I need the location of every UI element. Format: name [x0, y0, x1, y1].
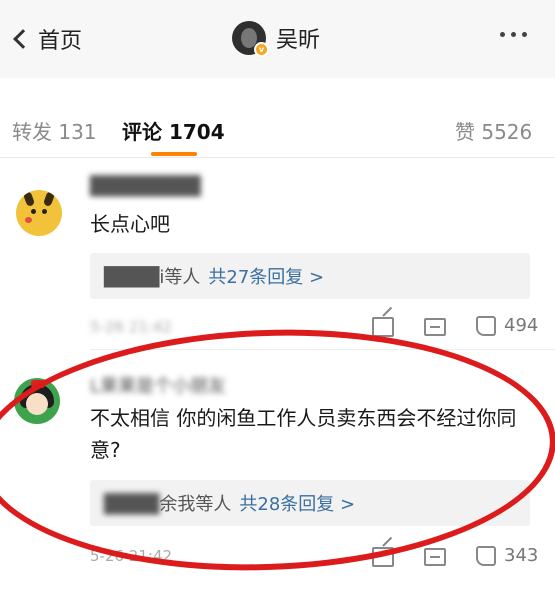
reply-summary[interactable]: ████i等人 共27条回复 >	[90, 253, 530, 299]
reply-names-hidden: ████	[104, 494, 160, 515]
like-button[interactable]: 494	[476, 315, 538, 336]
reply-names: ████余我等人	[104, 490, 231, 516]
share-icon[interactable]	[372, 317, 394, 337]
tab-repost[interactable]: 转发 131	[12, 116, 97, 145]
share-icon[interactable]	[372, 547, 394, 567]
reply-names: ████i等人	[104, 267, 201, 288]
comment-icon[interactable]	[424, 548, 446, 566]
comment-item: ████████ 长点心吧 ████i等人 共27条回复 > 5-26 21:4…	[0, 160, 555, 350]
nav-bar: 首页 v 吴昕	[0, 0, 555, 78]
reply-names-visible: 余我等人	[159, 494, 232, 515]
comment-username[interactable]: ████████	[90, 176, 201, 197]
reply-summary[interactable]: ████余我等人 共28条回复 >	[90, 480, 530, 526]
thumbs-up-icon	[476, 315, 496, 336]
like-count: 494	[504, 315, 539, 336]
thumbs-up-icon	[476, 545, 496, 566]
comment-time: 5-26 21:42	[90, 318, 173, 336]
reply-count-link[interactable]: 共27条回复 >	[208, 263, 324, 289]
verified-badge-icon: v	[254, 42, 269, 57]
avatar[interactable]	[16, 190, 62, 236]
more-dots-icon[interactable]	[500, 32, 527, 37]
comment-item: L果果是个小朋友 不太相信 你的闲鱼工作人员卖东西会不经过你同意? ████余我…	[0, 350, 555, 580]
comment-icon[interactable]	[424, 318, 446, 336]
like-count: 343	[504, 545, 539, 566]
back-label: 首页	[38, 29, 83, 54]
comment-username[interactable]: L果果是个小朋友	[90, 372, 226, 398]
comment-text: 长点心吧	[90, 212, 170, 236]
tab-comments[interactable]: 评论 1704	[122, 116, 225, 145]
tab-bar: 转发 131 评论 1704 赞 5526	[0, 78, 555, 158]
comment-text: 不太相信 你的闲鱼工作人员卖东西会不经过你同意?	[90, 406, 517, 462]
nav-user[interactable]: v 吴昕	[232, 18, 320, 58]
reply-count-link[interactable]: 共28条回复 >	[239, 490, 355, 516]
like-button[interactable]: 343	[476, 545, 538, 566]
tab-likes[interactable]: 赞 5526	[455, 116, 532, 145]
nav-user-name: 吴昕	[276, 28, 321, 53]
avatar[interactable]	[14, 378, 60, 424]
avatar[interactable]: v	[232, 21, 269, 57]
chevron-left-icon	[13, 29, 33, 49]
tab-active-indicator	[151, 152, 197, 156]
comment-time: 5-26 21:42	[90, 547, 173, 565]
back-button[interactable]: 首页	[8, 20, 82, 58]
